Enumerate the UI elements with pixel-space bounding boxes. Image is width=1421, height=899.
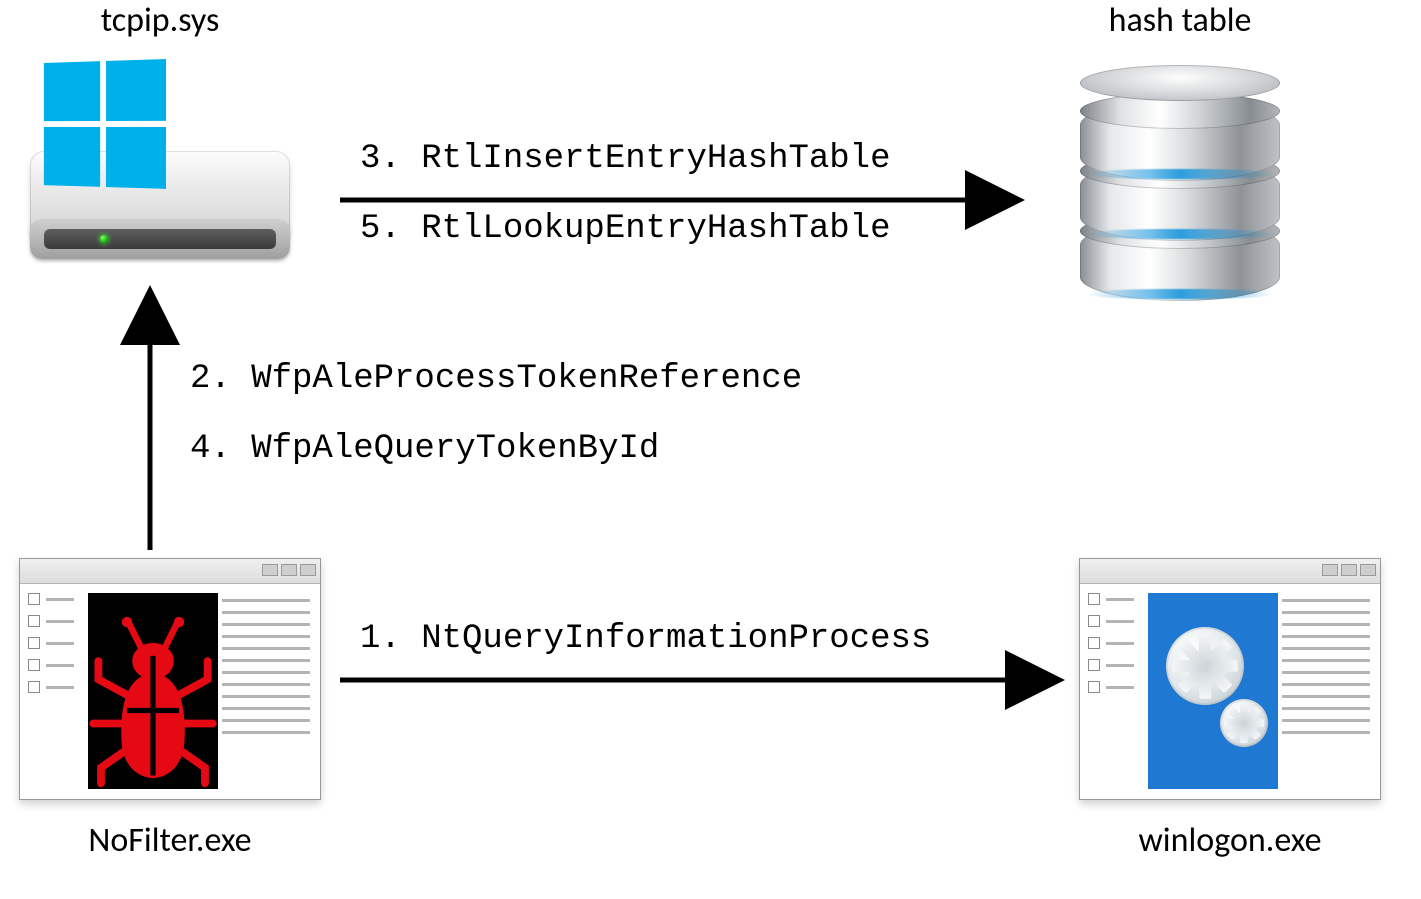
step5-label: 5. RtlLookupEntryHashTable (360, 210, 891, 248)
step3-label: 3. RtlInsertEntryHashTable (360, 140, 891, 178)
winlogon-label: winlogon.exe (1070, 820, 1390, 861)
nofilter-label: NoFilter.exe (10, 820, 330, 861)
node-hash-table: hash table (1040, 0, 1320, 301)
node-nofilter-exe: NoFilter.exe (10, 558, 330, 861)
step2-label: 2. WfpAleProcessTokenReference (190, 360, 802, 398)
app-window-settings (1079, 558, 1381, 800)
node-winlogon-exe: winlogon.exe (1070, 558, 1390, 861)
windows-driver-icon (30, 51, 290, 251)
node-tcpip-sys: tcpip.sys (20, 0, 300, 251)
tcpip-label: tcpip.sys (20, 0, 300, 41)
bug-malware-icon (88, 593, 218, 789)
gear-settings-icon (1148, 593, 1278, 789)
windows-logo-icon (44, 59, 170, 193)
hashtable-label: hash table (1040, 0, 1320, 41)
step1-label: 1. NtQueryInformationProcess (360, 620, 931, 658)
step4-label: 4. WfpAleQueryTokenById (190, 430, 659, 468)
database-cylinder-icon (1080, 81, 1280, 301)
app-window-malware (19, 558, 321, 800)
